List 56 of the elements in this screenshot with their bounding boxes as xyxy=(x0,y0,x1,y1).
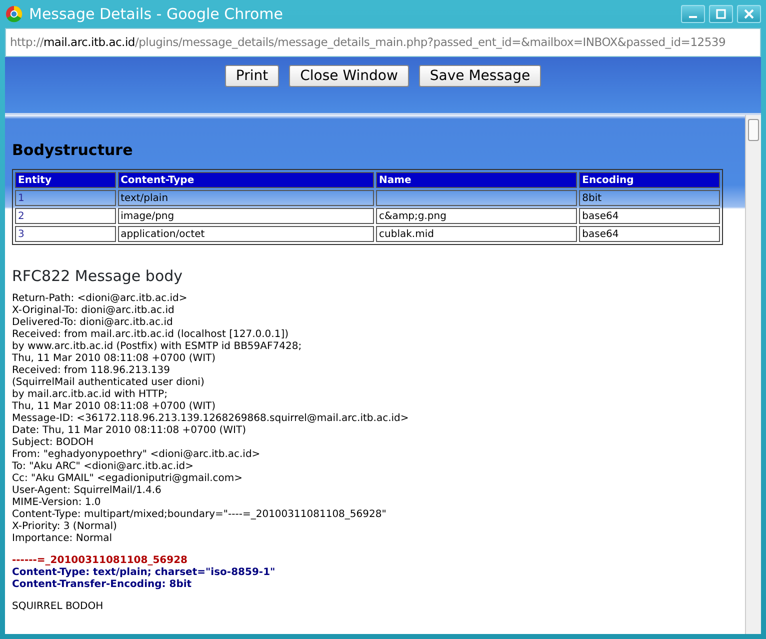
header-line: by www.arc.itb.ac.id (Postfix) with ESMTP id BB59AF7428; xyxy=(12,341,303,353)
table-cell: base64 xyxy=(579,208,720,224)
header-line: (SquirrelMail authenticated user dioni) xyxy=(12,377,206,389)
table-cell: text/plain xyxy=(118,190,374,206)
close-icon xyxy=(744,9,754,19)
header-line: Delivered-To: dioni@arc.itb.ac.id xyxy=(12,317,174,329)
toolbar-button[interactable]: Close Window xyxy=(289,65,409,87)
close-button[interactable] xyxy=(737,5,761,23)
header-line: by mail.arc.itb.ac.id with HTTP; xyxy=(12,389,168,401)
header-line: Importance: Normal xyxy=(12,533,114,545)
scrollbar-thumb[interactable] xyxy=(748,119,759,141)
maximize-button[interactable] xyxy=(709,5,733,23)
table-cell: image/png xyxy=(118,208,374,224)
header-line: Cc: "Aku GMAIL" <egadioniputri@gmail.com> xyxy=(12,473,244,485)
column-header: Content-Type xyxy=(118,172,374,188)
header-line: MIME-Version: 1.0 xyxy=(12,497,102,509)
table-cell: 1 xyxy=(15,190,116,206)
maximize-icon xyxy=(716,9,726,19)
window-title: Message Details - Google Chrome xyxy=(29,4,283,25)
header-line: Return-Path: <dioni@arc.itb.ac.id> xyxy=(12,293,188,305)
minimize-icon xyxy=(689,16,697,18)
header-line: Subject: BODOH xyxy=(12,437,95,449)
table-cell: cublak.mid xyxy=(376,226,578,242)
header-line: Date: Thu, 11 Mar 2010 08:11:08 +0700 (WIT) xyxy=(12,425,248,437)
column-header: Encoding xyxy=(579,172,720,188)
scrollbar[interactable] xyxy=(745,115,761,634)
header-line: Received: from mail.arc.itb.ac.id (localhost [127.0.0.1]) xyxy=(12,329,290,341)
column-header: Name xyxy=(376,172,578,188)
part-header-line: Content-Transfer-Encoding: 8bit xyxy=(12,579,193,591)
boundary-line: ------=_20100311081108_56928 xyxy=(12,555,188,567)
header-line: To: "Aku ARC" <dioni@arc.itb.ac.id> xyxy=(12,461,195,473)
header-line: Thu, 11 Mar 2010 08:11:08 +0700 (WIT) xyxy=(12,401,217,413)
table-cell: 8bit xyxy=(579,190,720,206)
body-text: SQUIRREL BODOH xyxy=(12,601,104,613)
header-line: Thu, 11 Mar 2010 08:11:08 +0700 (WIT) xyxy=(12,353,217,365)
header-line: X-Priority: 3 (Normal) xyxy=(12,521,118,533)
browser-logo-icon xyxy=(5,5,23,23)
table-cell: 3 xyxy=(15,226,116,242)
header-line: User-Agent: SquirrelMail/1.4.6 xyxy=(12,485,162,497)
header-line: Message-ID: <36172.118.96.213.139.1268269868.squirrel@mail.arc.itb.ac.id> xyxy=(12,413,410,425)
table-cell: c&amp;g.png xyxy=(376,208,578,224)
minimize-button[interactable] xyxy=(681,5,705,23)
table-cell: application/octet xyxy=(118,226,374,242)
header-line: X-Original-To: dioni@arc.itb.ac.id xyxy=(12,305,176,317)
header-line: Content-Type: multipart/mixed;boundary="----=_20100311081108_56928" xyxy=(12,509,388,521)
part-header-line: Content-Type: text/plain; charset="iso-8859-1" xyxy=(12,567,276,579)
section-heading: Bodystructure xyxy=(12,141,134,159)
column-header: Entity xyxy=(15,172,116,188)
toolbar-button[interactable]: Print xyxy=(224,65,280,87)
table-cell: 2 xyxy=(15,208,116,224)
address-bar[interactable]: http://mail.arc.itb.ac.id/plugins/message_details/message_details_main.php?passed_ent_id=&mailbox=INBOX&passed_id=12539 xyxy=(5,28,761,57)
header-line: Received: from 118.96.213.139 xyxy=(12,365,172,377)
header-line: From: "eghadyonypoethry" <dioni@arc.itb.ac.id> xyxy=(12,449,262,461)
section-heading: RFC822 Message body xyxy=(12,267,184,285)
toolbar-button[interactable]: Save Message xyxy=(418,65,542,87)
table-cell: base64 xyxy=(579,226,720,242)
